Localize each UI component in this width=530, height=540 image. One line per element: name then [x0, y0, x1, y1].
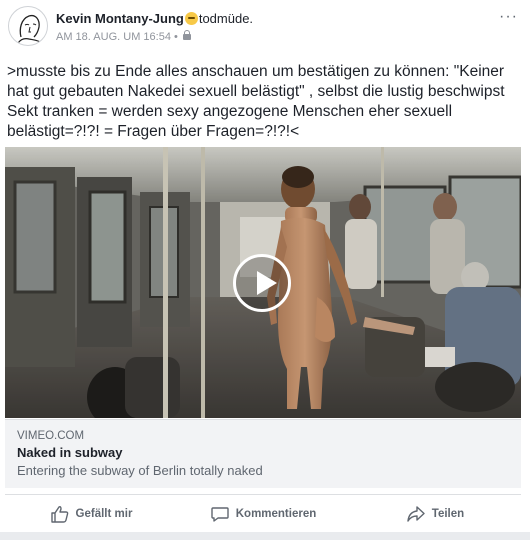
avatar[interactable]: [8, 6, 48, 46]
action-bar: Gefällt mir Kommentieren Teilen: [5, 498, 521, 530]
author-name[interactable]: Kevin Montany-Jung: [56, 11, 184, 26]
post-header: Kevin Montany-Jung todmüde. AM 18. AUG. U…: [8, 6, 522, 50]
post-meta: AM 18. AUG. UM 16:54 •: [56, 30, 191, 43]
video-thumbnail[interactable]: [5, 147, 521, 418]
post-text: >musste bis zu Ende alles anschauen um b…: [7, 63, 505, 140]
author-line: Kevin Montany-Jung todmüde.: [56, 11, 253, 26]
comment-bubble-icon: [211, 507, 229, 522]
link-description: Entering the subway of Berlin totally na…: [17, 463, 263, 478]
like-button[interactable]: Gefällt mir: [5, 498, 177, 530]
feed-background: [0, 532, 530, 540]
lock-icon[interactable]: [182, 30, 191, 40]
more-options-button[interactable]: ···: [499, 8, 518, 26]
comment-button[interactable]: Kommentieren: [177, 498, 349, 530]
play-button[interactable]: [233, 254, 291, 312]
comment-label: Kommentieren: [235, 508, 317, 520]
post-timestamp[interactable]: AM 18. AUG. UM 16:54: [56, 31, 171, 43]
mood-text: todmüde.: [198, 11, 254, 26]
link-domain: VIMEO.COM: [17, 430, 85, 442]
sleepy-emoji-icon: [184, 12, 198, 25]
avatar-sketch-icon: [17, 14, 43, 44]
like-label: Gefällt mir: [75, 508, 133, 520]
link-preview[interactable]: VIMEO.COM Naked in subway Entering the s…: [5, 419, 521, 488]
post-card: Kevin Montany-Jung todmüde. AM 18. AUG. U…: [0, 0, 530, 532]
thumbs-up-icon: [50, 506, 68, 523]
meta-separator: •: [174, 31, 178, 43]
share-label: Teilen: [431, 508, 465, 520]
share-button[interactable]: Teilen: [349, 498, 521, 530]
actions-divider: [5, 494, 521, 495]
share-arrow-icon: [407, 506, 425, 522]
link-title[interactable]: Naked in subway: [17, 445, 509, 460]
